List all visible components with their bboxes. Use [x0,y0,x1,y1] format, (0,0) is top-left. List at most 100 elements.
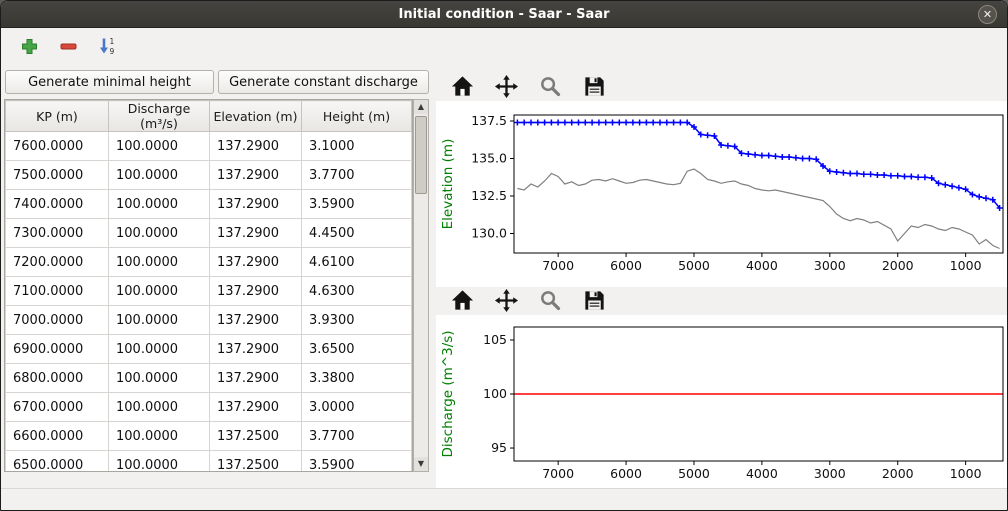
table-cell[interactable]: 7100.0000 [6,277,109,306]
elevation-chart[interactable]: 7000600050004000300020001000130.0132.513… [436,101,1007,287]
table-cell[interactable]: 100.0000 [109,161,210,190]
table-cell[interactable]: 7500.0000 [6,161,109,190]
table-cell[interactable]: 3.7700 [302,161,412,190]
table-row[interactable]: 6500.0000100.0000137.25003.5900 [6,451,412,473]
svg-text:1000: 1000 [950,258,982,273]
pan-button[interactable] [492,287,520,313]
sort-rows-button[interactable]: 1 9 [95,34,119,58]
table-cell[interactable]: 3.5900 [302,190,412,219]
table-cell[interactable]: 100.0000 [109,219,210,248]
table-cell[interactable]: 137.2900 [210,306,302,335]
svg-text:7000: 7000 [542,466,574,481]
column-header-discharge[interactable]: Discharge (m³/s) [109,101,210,132]
table-cell[interactable]: 6700.0000 [6,393,109,422]
table-cell[interactable]: 4.6300 [302,277,412,306]
svg-text:137.5: 137.5 [471,113,507,128]
table-cell[interactable]: 100.0000 [109,364,210,393]
column-header-elevation[interactable]: Elevation (m) [210,101,302,132]
save-button[interactable] [580,73,608,99]
svg-text:130.0: 130.0 [471,226,507,241]
table-row[interactable]: 6700.0000100.0000137.29003.0000 [6,393,412,422]
zoom-button[interactable] [536,73,564,99]
svg-text:100: 100 [483,386,507,401]
remove-row-button[interactable] [56,34,80,58]
table-cell[interactable]: 100.0000 [109,132,210,161]
discharge-chart[interactable]: 700060005000400030002000100095100105Disc… [436,315,1007,489]
table-row[interactable]: 7200.0000100.0000137.29004.6100 [6,248,412,277]
table-cell[interactable]: 6800.0000 [6,364,109,393]
svg-text:1000: 1000 [950,466,982,481]
table-cell[interactable]: 3.6500 [302,335,412,364]
pan-button[interactable] [492,73,520,99]
table-row[interactable]: 7000.0000100.0000137.29003.9300 [6,306,412,335]
table-row[interactable]: 7400.0000100.0000137.29003.5900 [6,190,412,219]
table-cell[interactable]: 6900.0000 [6,335,109,364]
table-cell[interactable]: 3.1000 [302,132,412,161]
statusbar [1,488,1007,511]
zoom-button[interactable] [536,287,564,313]
svg-text:132.5: 132.5 [471,188,507,203]
table-cell[interactable]: 100.0000 [109,277,210,306]
table-cell[interactable]: 137.2900 [210,364,302,393]
table-cell[interactable]: 100.0000 [109,422,210,451]
svg-text:95: 95 [491,440,507,455]
table-cell[interactable]: 4.6100 [302,248,412,277]
table-cell[interactable]: 4.4500 [302,219,412,248]
add-row-button[interactable] [17,34,41,58]
table-cell[interactable]: 100.0000 [109,306,210,335]
table-cell[interactable]: 100.0000 [109,451,210,473]
table-cell[interactable]: 137.2900 [210,219,302,248]
table-cell[interactable]: 7600.0000 [6,132,109,161]
table-cell[interactable]: 137.2500 [210,422,302,451]
column-header-height[interactable]: Height (m) [302,101,412,132]
table-row[interactable]: 6800.0000100.0000137.29003.3800 [6,364,412,393]
table-body: 7600.0000100.0000137.29003.10007500.0000… [6,132,412,473]
table-row[interactable]: 6600.0000100.0000137.25003.7700 [6,422,412,451]
table-cell[interactable]: 100.0000 [109,190,210,219]
table-cell[interactable]: 6600.0000 [6,422,109,451]
column-header-kp[interactable]: KP (m) [6,101,109,132]
table-cell[interactable]: 137.2500 [210,451,302,473]
svg-text:6000: 6000 [610,466,642,481]
table-cell[interactable]: 7300.0000 [6,219,109,248]
table-cell[interactable]: 6500.0000 [6,451,109,473]
table-cell[interactable]: 137.2900 [210,248,302,277]
table-cell[interactable]: 137.2900 [210,335,302,364]
table-cell[interactable]: 3.3800 [302,364,412,393]
generate-constant-discharge-button[interactable]: Generate constant discharge [218,70,429,94]
table-row[interactable]: 7100.0000100.0000137.29004.6300 [6,277,412,306]
table-row[interactable]: 7300.0000100.0000137.29004.4500 [6,219,412,248]
generate-minimal-height-button[interactable]: Generate minimal height [5,70,214,94]
table-cell[interactable]: 137.2900 [210,277,302,306]
table-row[interactable]: 7600.0000100.0000137.29003.1000 [6,132,412,161]
table-cell[interactable]: 3.9300 [302,306,412,335]
table-cell[interactable]: 7400.0000 [6,190,109,219]
table-cell[interactable]: 3.5900 [302,451,412,473]
elevation-plot-toolbar [448,73,608,99]
table-cell[interactable]: 7000.0000 [6,306,109,335]
close-button[interactable]: ✕ [978,5,997,24]
scroll-up-arrow-icon[interactable]: ▲ [414,100,428,114]
table-cell[interactable]: 137.2900 [210,190,302,219]
table-cell[interactable]: 3.7700 [302,422,412,451]
table-row[interactable]: 6900.0000100.0000137.29003.6500 [6,335,412,364]
scroll-down-arrow-icon[interactable]: ▼ [414,457,428,471]
svg-text:2000: 2000 [882,466,914,481]
table-cell[interactable]: 100.0000 [109,335,210,364]
scrollbar-thumb[interactable] [415,116,427,194]
home-button[interactable] [448,73,476,99]
elevation-figure: 7000600050004000300020001000130.0132.513… [436,101,1007,287]
table-cell[interactable]: 3.0000 [302,393,412,422]
titlebar[interactable]: Initial condition - Saar - Saar ✕ [1,1,1007,28]
home-button[interactable] [448,287,476,313]
table-cell[interactable]: 100.0000 [109,248,210,277]
table-scrollbar[interactable]: ▲ ▼ [413,99,429,472]
table-cell[interactable]: 100.0000 [109,393,210,422]
table-row[interactable]: 7500.0000100.0000137.29003.7700 [6,161,412,190]
table-cell[interactable]: 137.2900 [210,161,302,190]
table-cell[interactable]: 7200.0000 [6,248,109,277]
svg-text:135.0: 135.0 [471,151,507,166]
table-cell[interactable]: 137.2900 [210,132,302,161]
table-cell[interactable]: 137.2900 [210,393,302,422]
save-button[interactable] [580,287,608,313]
